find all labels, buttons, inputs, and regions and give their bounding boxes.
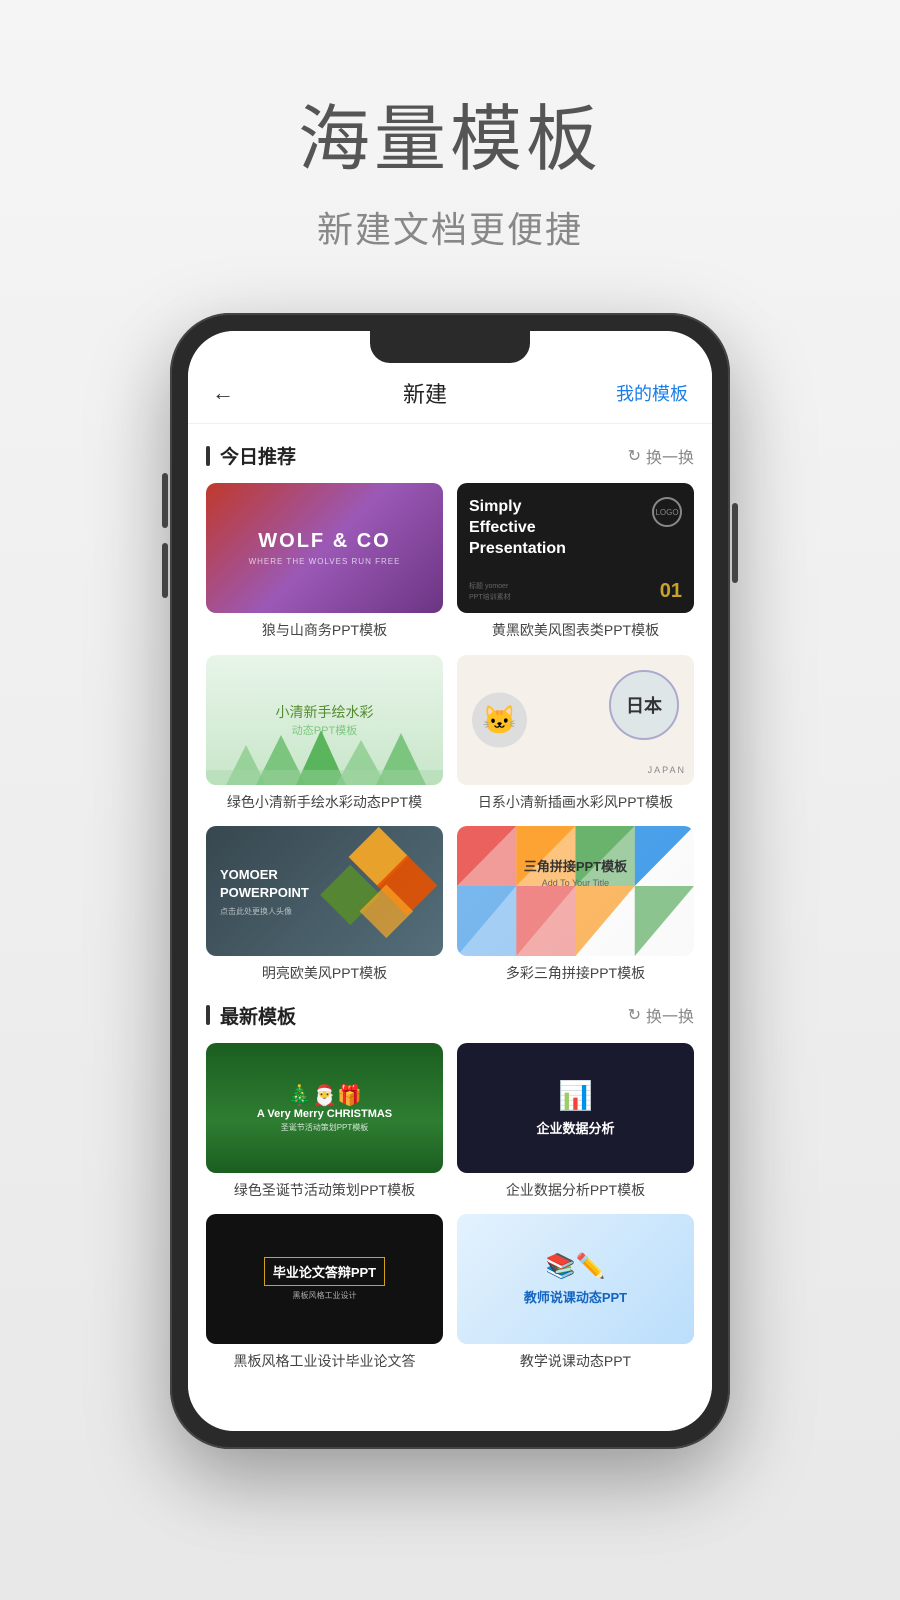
template-name-triangle: 多彩三角拼接PPT模板 [457,964,694,984]
phone-shell: ← 新建 我的模板 今日推荐 ↻ 换一换 [170,313,730,1449]
triangle-svg [457,826,694,956]
simply-text-line3: Presentation [469,539,682,560]
latest-section-header: 最新模板 ↻ 换一换 [206,1002,694,1029]
page-header: 海量模板 新建文档更便捷 [298,0,602,253]
latest-template-grid: 🎄🎅🎁 A Very Merry CHRISTMAS 圣诞节活动策划PPT模板 … [206,1043,694,1372]
volume-up-button [162,473,168,528]
phone-notch [370,331,530,363]
template-name-bizdata: 企业数据分析PPT模板 [457,1181,694,1201]
yomoer-sub: 点击此处更换人头像 [220,906,429,917]
template-item-graduation[interactable]: 毕业论文答辩PPT 黑板风格工业设计 黑板风格工业设计毕业论文答 [206,1214,443,1372]
scroll-padding [206,1382,694,1412]
template-item-teacher[interactable]: 📚✏️ 教师说课动态PPT 教学说课动态PPT [457,1214,694,1372]
page-title-sub: 新建文档更便捷 [298,201,602,253]
teacher-icon: 📚✏️ [524,1252,627,1281]
today-section-header: 今日推荐 ↻ 换一换 [206,442,694,469]
today-refresh-button[interactable]: ↻ 换一换 [628,444,694,468]
phone-screen: ← 新建 我的模板 今日推荐 ↻ 换一换 [188,331,712,1431]
template-name-teacher: 教学说课动态PPT [457,1352,694,1372]
template-name-wolf: 狼与山商务PPT模板 [206,621,443,641]
wolf-sub: WHERE THE WOLVES RUN FREE [249,557,401,566]
today-action-label: 换一换 [646,444,694,468]
japan-circle: 日本 [609,670,679,740]
app-screen: ← 新建 我的模板 今日推荐 ↻ 换一换 [188,331,712,1431]
template-item-yomoer[interactable]: YOMOER POWERPOINT 点击此处更换人头像 明亮欧美风PPT模板 [206,826,443,984]
japan-cat: 🐱 [472,692,527,747]
template-item-triangle[interactable]: 三角拼接PPT模板 Add To Your Title 多彩三角拼接PPT模板 [457,826,694,984]
latest-refresh-icon: ↻ [628,1005,641,1025]
triangle-title: 三角拼接PPT模板 [457,856,694,875]
simply-num: 01 [660,580,682,603]
japan-text: 日本 [626,692,662,718]
template-thumb-bizdata: 📊 企业数据分析 [457,1043,694,1173]
template-item-christmas[interactable]: 🎄🎅🎁 A Very Merry CHRISTMAS 圣诞节活动策划PPT模板 … [206,1043,443,1201]
template-thumb-watercolor: 小清新手绘水彩 动态PPT模板 [206,655,443,785]
japan-label: JAPAN [648,765,686,775]
template-item-simply[interactable]: Simply Effective Presentation LOGO 标题 yo… [457,483,694,641]
latest-section-title: 最新模板 [206,1002,296,1029]
refresh-icon: ↻ [628,446,641,466]
yomoer-line2: POWERPOINT [220,884,429,902]
nav-title: 新建 [403,377,447,409]
template-name-watercolor: 绿色小清新手绘水彩动态PPT模 [206,793,443,813]
simply-meta1: 标题 yomoer [469,582,511,593]
template-thumb-teacher: 📚✏️ 教师说课动态PPT [457,1214,694,1344]
bizdata-text: 企业数据分析 [536,1118,614,1137]
page-title-main: 海量模板 [298,80,602,185]
today-section-title: 今日推荐 [206,442,296,469]
wc-sub: 动态PPT模板 [292,722,357,738]
template-item-watercolor[interactable]: 小清新手绘水彩 动态PPT模板 绿色小清新手绘水彩动态PPT模 [206,655,443,813]
volume-down-button [162,543,168,598]
template-thumb-triangle: 三角拼接PPT模板 Add To Your Title [457,826,694,956]
simply-text-line2: Effective [469,518,682,539]
latest-refresh-button[interactable]: ↻ 换一换 [628,1003,694,1027]
template-name-christmas: 绿色圣诞节活动策划PPT模板 [206,1181,443,1201]
template-item-bizdata[interactable]: 📊 企业数据分析 企业数据分析PPT模板 [457,1043,694,1201]
xmas-title: A Very Merry CHRISTMAS [257,1108,392,1120]
christmas-decoration: 🎄🎅🎁 [287,1083,362,1108]
template-thumb-simply: Simply Effective Presentation LOGO 标题 yo… [457,483,694,613]
my-templates-button[interactable]: 我的模板 [616,380,688,406]
grad-sub: 黑板风格工业设计 [293,1290,357,1301]
teacher-text: 教师说课动态PPT [524,1287,627,1306]
power-button [732,503,738,583]
yomoer-title: YOMOER [220,866,429,884]
template-thumb-graduation: 毕业论文答辩PPT 黑板风格工业设计 [206,1214,443,1344]
template-thumb-yomoer: YOMOER POWERPOINT 点击此处更换人头像 [206,826,443,956]
phone-container: ← 新建 我的模板 今日推荐 ↻ 换一换 [170,313,730,1449]
bizdata-icon: 📊 [536,1079,614,1112]
nav-bar: ← 新建 我的模板 [188,367,712,424]
wc-title: 小清新手绘水彩 [276,702,374,722]
grad-title: 毕业论文答辩PPT [264,1257,385,1286]
template-thumb-japan: 🐱 日本 JAPAN [457,655,694,785]
triangle-sub: Add To Your Title [457,878,694,888]
back-button[interactable]: ← [212,380,234,406]
template-name-japan: 日系小清新插画水彩风PPT模板 [457,793,694,813]
simply-logo: LOGO [652,497,682,527]
template-thumb-christmas: 🎄🎅🎁 A Very Merry CHRISTMAS 圣诞节活动策划PPT模板 [206,1043,443,1173]
simply-text-line1: Simply [469,497,682,518]
template-thumb-wolf: WOLF & CO WHERE THE WOLVES RUN FREE [206,483,443,613]
template-name-graduation: 黑板风格工业设计毕业论文答 [206,1352,443,1372]
template-item-japan[interactable]: 🐱 日本 JAPAN 日系小清新插画水彩风PPT模板 [457,655,694,813]
template-item-wolf[interactable]: WOLF & CO WHERE THE WOLVES RUN FREE 狼与山商… [206,483,443,641]
simply-meta: 标题 yomoer PPT培训素材 [469,582,511,603]
latest-action-label: 换一换 [646,1003,694,1027]
simply-meta2: PPT培训素材 [469,593,511,604]
christmas-content: 🎄🎅🎁 A Very Merry CHRISTMAS 圣诞节活动策划PPT模板 [206,1043,443,1173]
teacher-content: 📚✏️ 教师说课动态PPT [524,1252,627,1306]
xmas-sub: 圣诞节活动策划PPT模板 [281,1122,369,1133]
today-template-grid: WOLF & CO WHERE THE WOLVES RUN FREE 狼与山商… [206,483,694,984]
simply-bottom: 标题 yomoer PPT培训素材 01 [469,580,682,603]
template-name-simply: 黄黑欧美风图表类PPT模板 [457,621,694,641]
bizdata-content: 📊 企业数据分析 [536,1079,614,1137]
wolf-title: WOLF & CO [258,530,390,553]
scroll-content: 今日推荐 ↻ 换一换 WOLF & CO WHERE THE WOLVES RU… [188,424,712,1418]
template-name-yomoer: 明亮欧美风PPT模板 [206,964,443,984]
